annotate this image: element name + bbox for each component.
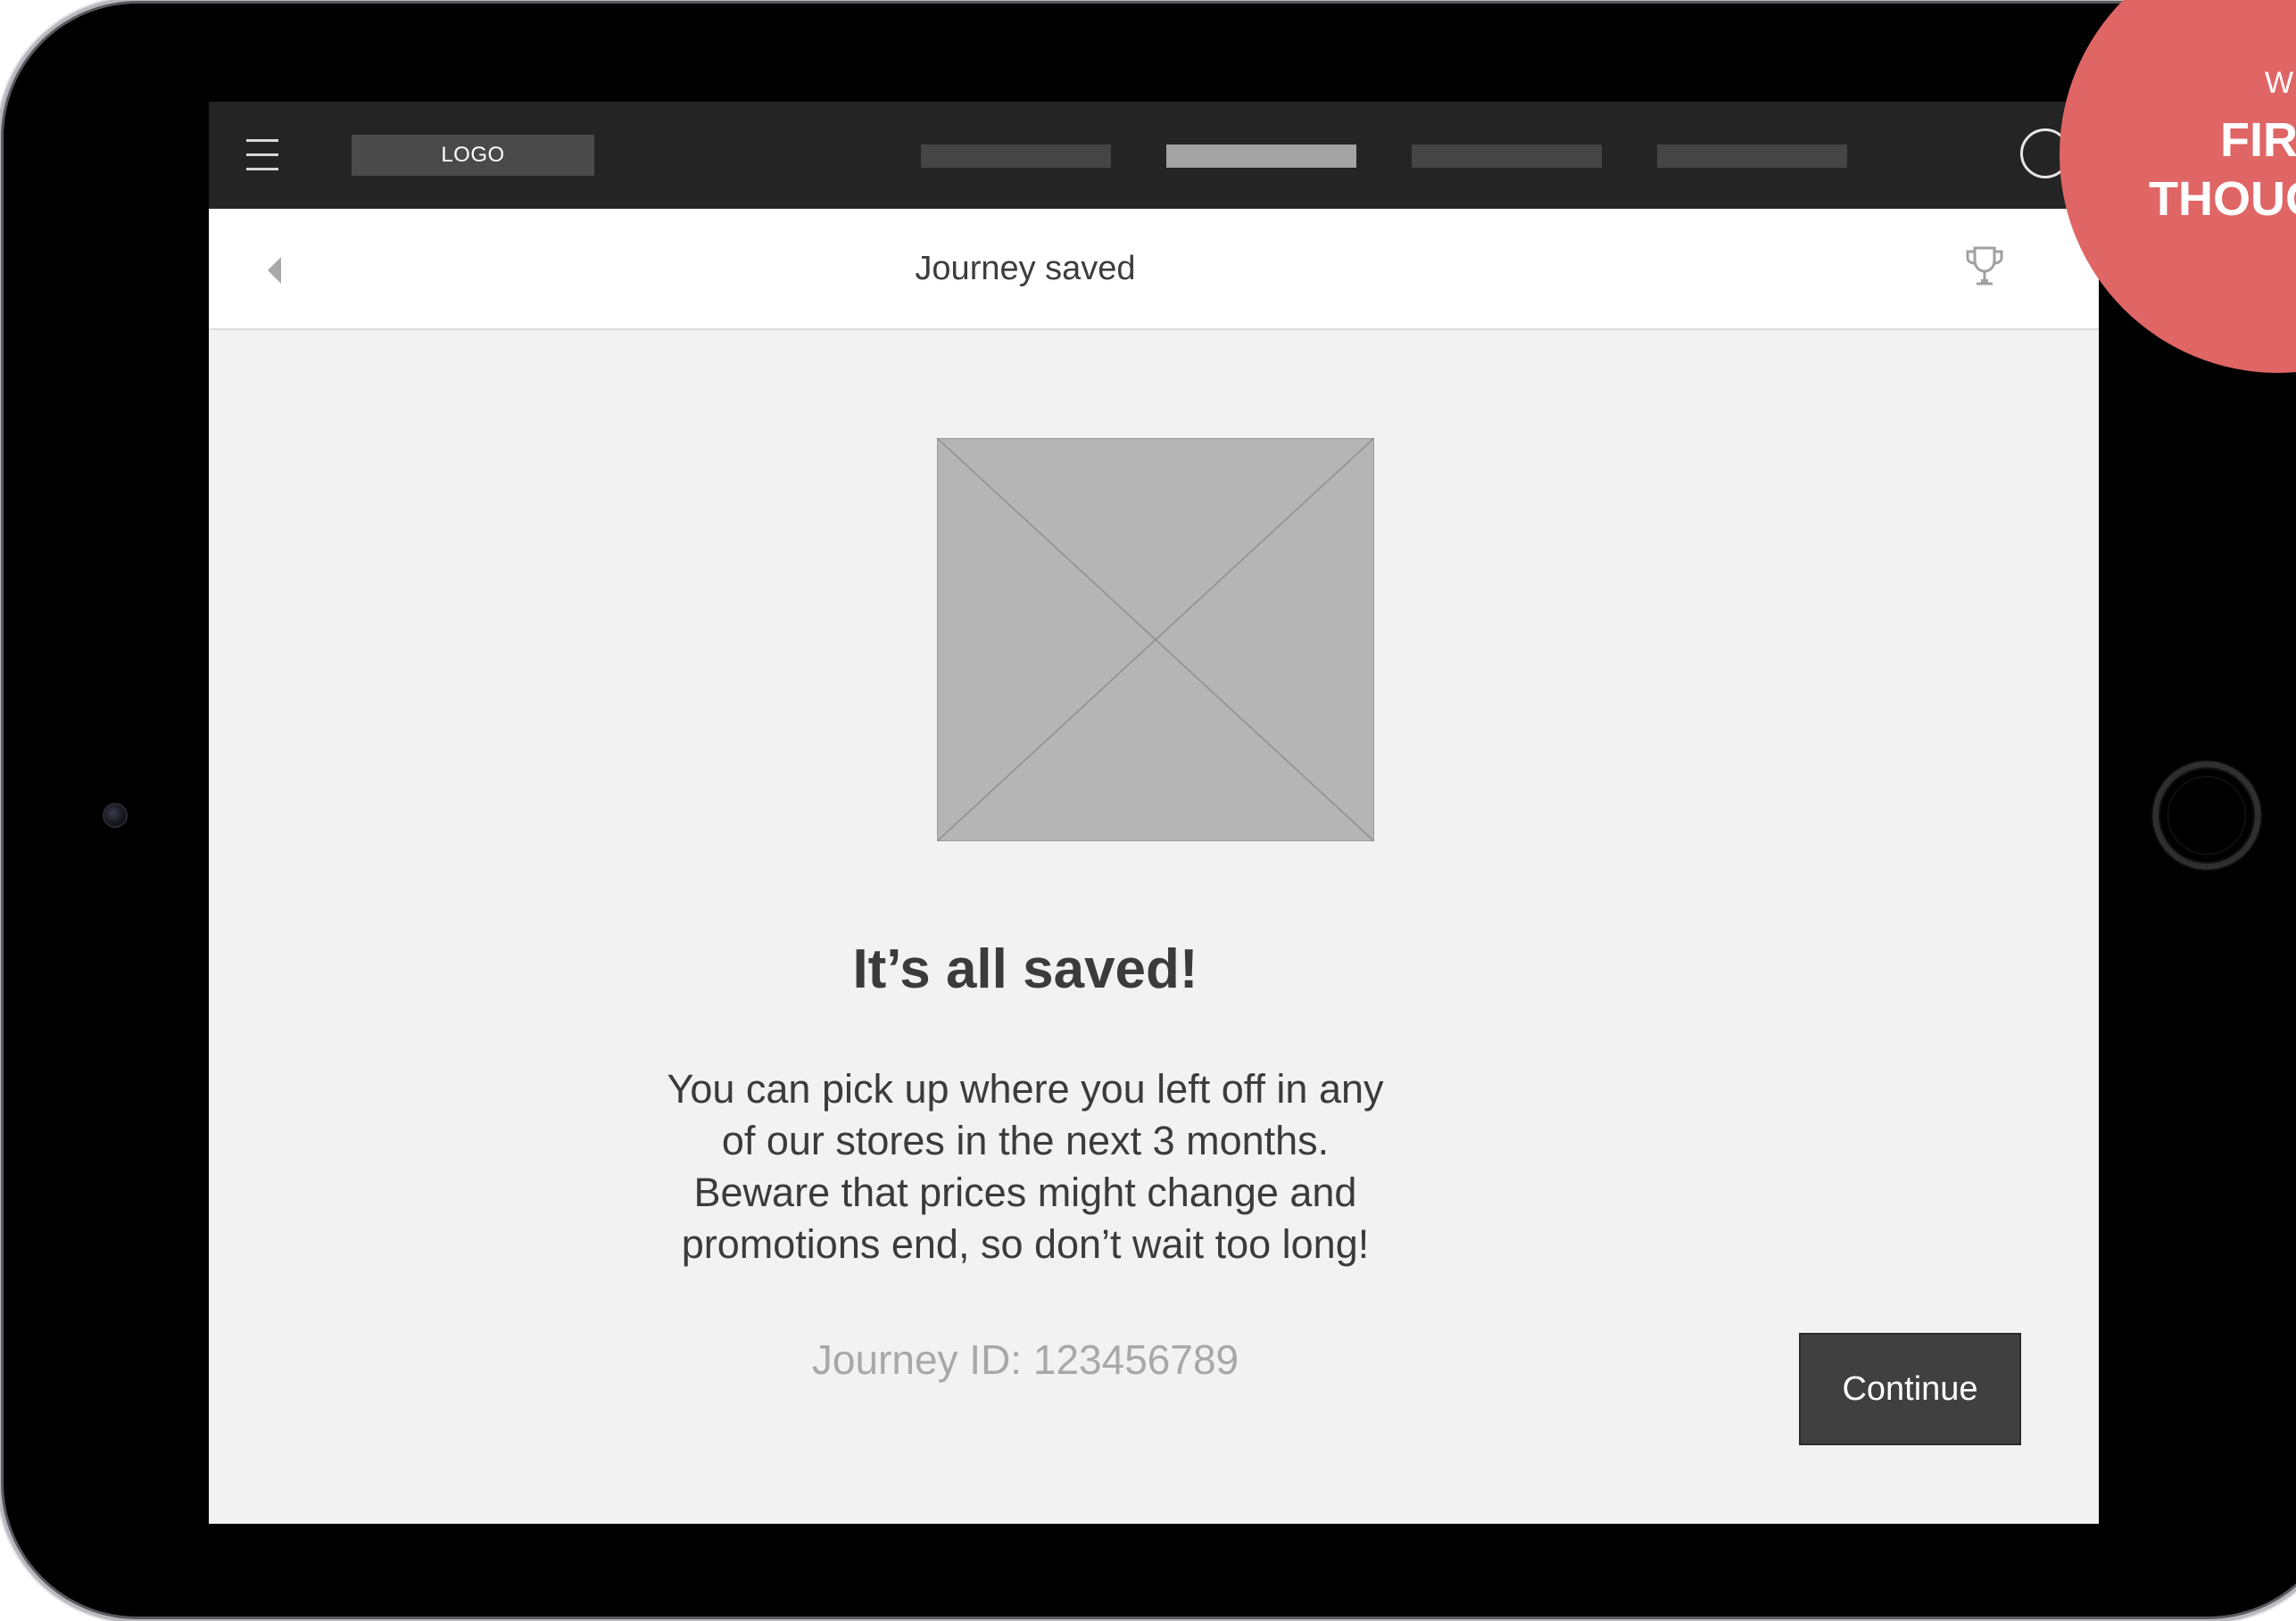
message-line-4: promotions end, so don’t wait too long! [681, 1221, 1370, 1267]
nav-item-3[interactable] [1412, 145, 1602, 168]
page-header: Journey saved [209, 209, 2099, 330]
badge-line-2: FIRS [2220, 113, 2296, 167]
message-line-3: Beware that prices might change and [693, 1170, 1357, 1215]
image-placeholder-icon [937, 438, 1374, 841]
journey-id: Journey ID: 123456789 [811, 1336, 1239, 1383]
message-line-1: You can pick up where you left off in an… [667, 1066, 1384, 1112]
stage: LOGO Journey saved It’s all saved! You c… [0, 0, 2296, 1621]
camera-icon [103, 803, 128, 828]
badge-line-1: W I [2265, 66, 2296, 100]
nav-item-1[interactable] [921, 145, 1111, 168]
page-title: Journey saved [915, 250, 1136, 287]
app-screen: LOGO Journey saved It’s all saved! You c… [209, 102, 2099, 1524]
ipad-frame: LOGO Journey saved It’s all saved! You c… [4, 4, 2296, 1617]
home-button[interactable] [2154, 763, 2259, 868]
badge-line-3: THOUG [2149, 172, 2296, 226]
hamburger-icon[interactable] [246, 139, 278, 171]
top-navigation-bar: LOGO [209, 102, 2099, 209]
nav-item-4[interactable] [1657, 145, 1847, 168]
continue-button[interactable]: Continue [1799, 1333, 2021, 1445]
headline: It’s all saved! [852, 939, 1198, 1000]
trophy-icon[interactable] [1963, 244, 2006, 291]
nav-item-2-active[interactable] [1166, 145, 1356, 168]
logo[interactable]: LOGO [352, 135, 594, 176]
message-line-2: of our stores in the next 3 months. [721, 1118, 1330, 1163]
